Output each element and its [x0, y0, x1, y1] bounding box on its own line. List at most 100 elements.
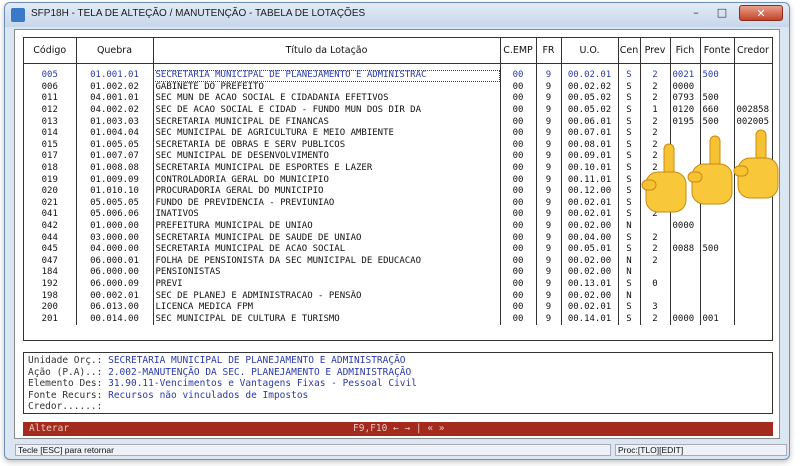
cell-credor[interactable]: 002858: [734, 104, 773, 117]
cell-codigo[interactable]: 041: [24, 209, 77, 221]
cell-fr[interactable]: 9: [536, 81, 562, 94]
cell-prev[interactable]: [640, 267, 671, 279]
cell-quebra[interactable]: 01.001.01: [76, 70, 154, 82]
cell-quebra[interactable]: 06.000.00: [76, 267, 154, 279]
cell-fich[interactable]: 0793: [670, 93, 701, 105]
cell-codigo[interactable]: 184: [24, 267, 77, 279]
cell-fich[interactable]: 0088: [670, 243, 701, 256]
table-row[interactable]: 006 01.002.02 GABINETE DO PREFEITO 00 9 00.02…: [24, 81, 773, 94]
cell-cen[interactable]: S: [618, 127, 641, 140]
cell-cemp[interactable]: 00: [500, 70, 537, 82]
cell-uo[interactable]: 00.02.01: [561, 301, 619, 314]
table-row[interactable]: 012 04.002.02 SEC DE ACAO SOCIAL E CIDAD -…: [24, 104, 773, 117]
cell-codigo[interactable]: 014: [24, 127, 77, 140]
table-row[interactable]: 013 01.003.03 SECRETARIA MUNICIPAL DE FINA…: [24, 116, 773, 128]
cell-cemp[interactable]: 00: [500, 174, 537, 186]
cell-quebra[interactable]: 04.000.00: [76, 243, 154, 256]
cell-cemp[interactable]: 00: [500, 278, 537, 291]
cell-fr[interactable]: 9: [536, 116, 562, 128]
cell-uo[interactable]: 00.02.00: [561, 220, 619, 233]
cell-cen[interactable]: S: [618, 81, 641, 94]
cell-fich[interactable]: 0120: [670, 104, 701, 117]
cell-fich[interactable]: 0021: [670, 70, 701, 82]
cell-fich[interactable]: [670, 255, 701, 268]
col-header-fonte[interactable]: Fonte: [700, 38, 735, 64]
cell-titulo[interactable]: SEC MUNICIPAL DE CULTURA E TURISMO: [153, 313, 501, 326]
cell-cemp[interactable]: 00: [500, 209, 537, 221]
cell-quebra[interactable]: 05.005.05: [76, 197, 154, 210]
cell-fich[interactable]: [670, 267, 701, 279]
cell-quebra[interactable]: 00.002.01: [76, 290, 154, 302]
cell-quebra[interactable]: 06.000.09: [76, 278, 154, 291]
cell-uo[interactable]: 00.02.00: [561, 255, 619, 268]
cell-prev[interactable]: 3: [640, 301, 671, 314]
cell-titulo[interactable]: GABINETE DO PREFEITO: [153, 81, 501, 94]
cell-codigo[interactable]: 047: [24, 255, 77, 268]
cell-cemp[interactable]: 00: [500, 243, 537, 256]
cell-cemp[interactable]: 00: [500, 81, 537, 94]
cell-titulo[interactable]: SECRETARIA MUNICIPAL DE SAUDE DE UNIAO: [153, 232, 501, 244]
cell-uo[interactable]: 00.05.02: [561, 104, 619, 117]
cell-credor[interactable]: [734, 267, 773, 279]
cell-codigo[interactable]: 017: [24, 151, 77, 163]
cell-uo[interactable]: 00.10.01: [561, 162, 619, 175]
cell-prev[interactable]: 2: [640, 70, 671, 82]
cell-fr[interactable]: 9: [536, 70, 562, 82]
col-header-codigo[interactable]: Código: [24, 38, 77, 64]
cell-cemp[interactable]: 00: [500, 151, 537, 163]
cell-titulo[interactable]: FOLHA DE PENSIONISTA DA SEC MUNICIPAL DE…: [153, 255, 501, 268]
cell-quebra[interactable]: 04.001.01: [76, 93, 154, 105]
cell-fonte[interactable]: [700, 81, 735, 94]
cell-cen[interactable]: S: [618, 185, 641, 198]
cell-prev[interactable]: 2: [640, 81, 671, 94]
cell-fr[interactable]: 9: [536, 174, 562, 186]
cell-fonte[interactable]: 500: [700, 70, 735, 82]
cell-quebra[interactable]: 01.009.09: [76, 174, 154, 186]
col-header-fich[interactable]: Fich: [670, 38, 701, 64]
cell-titulo[interactable]: FUNDO DE PREVIDENCIA - PREVIUNIAO: [153, 197, 501, 210]
cell-cen[interactable]: S: [618, 104, 641, 117]
cell-prev[interactable]: 2: [640, 116, 671, 128]
cell-prev[interactable]: 0: [640, 278, 671, 291]
cell-cemp[interactable]: 00: [500, 290, 537, 302]
cell-uo[interactable]: 00.02.02: [561, 81, 619, 94]
cell-codigo[interactable]: 201: [24, 313, 77, 326]
cell-uo[interactable]: 00.02.01: [561, 209, 619, 221]
cell-quebra[interactable]: 01.008.08: [76, 162, 154, 175]
cell-credor[interactable]: [734, 93, 773, 105]
minimize-button[interactable]: –: [683, 5, 709, 21]
cell-fich[interactable]: [670, 232, 701, 244]
cell-cen[interactable]: S: [618, 232, 641, 244]
cell-codigo[interactable]: 044: [24, 232, 77, 244]
col-header-quebra[interactable]: Quebra: [76, 38, 154, 64]
cell-prev[interactable]: 2: [640, 232, 671, 244]
cell-codigo[interactable]: 015: [24, 139, 77, 152]
cell-quebra[interactable]: 01.007.07: [76, 151, 154, 163]
cell-quebra[interactable]: 01.000.00: [76, 220, 154, 233]
cell-cen[interactable]: N: [618, 290, 641, 302]
cell-titulo[interactable]: SECRETARIA MUNICIPAL DE FINANCAS: [153, 116, 501, 128]
cell-fr[interactable]: 9: [536, 313, 562, 326]
cell-fr[interactable]: 9: [536, 209, 562, 221]
cell-quebra[interactable]: 00.014.00: [76, 313, 154, 326]
cell-codigo[interactable]: 012: [24, 104, 77, 117]
cell-fich[interactable]: [670, 290, 701, 302]
cell-prev[interactable]: 1: [640, 104, 671, 117]
cell-fonte[interactable]: [700, 267, 735, 279]
mode-alterar[interactable]: Alterar: [29, 422, 69, 436]
cell-codigo[interactable]: 018: [24, 162, 77, 175]
cell-quebra[interactable]: 04.002.02: [76, 104, 154, 117]
cell-quebra[interactable]: 03.000.00: [76, 232, 154, 244]
cell-fr[interactable]: 9: [536, 278, 562, 291]
cell-fr[interactable]: 9: [536, 185, 562, 198]
cell-fonte[interactable]: 001: [700, 313, 735, 326]
cell-cemp[interactable]: 00: [500, 255, 537, 268]
cell-titulo[interactable]: SECRETARIA MUNICIPAL DE ESPORTES E LAZER: [153, 162, 501, 175]
cell-uo[interactable]: 00.02.01: [561, 70, 619, 82]
cell-cemp[interactable]: 00: [500, 197, 537, 210]
cell-cemp[interactable]: 00: [500, 220, 537, 233]
cell-cen[interactable]: S: [618, 209, 641, 221]
cell-uo[interactable]: 00.02.01: [561, 197, 619, 210]
cell-codigo[interactable]: 045: [24, 243, 77, 256]
cell-uo[interactable]: 00.11.01: [561, 174, 619, 186]
